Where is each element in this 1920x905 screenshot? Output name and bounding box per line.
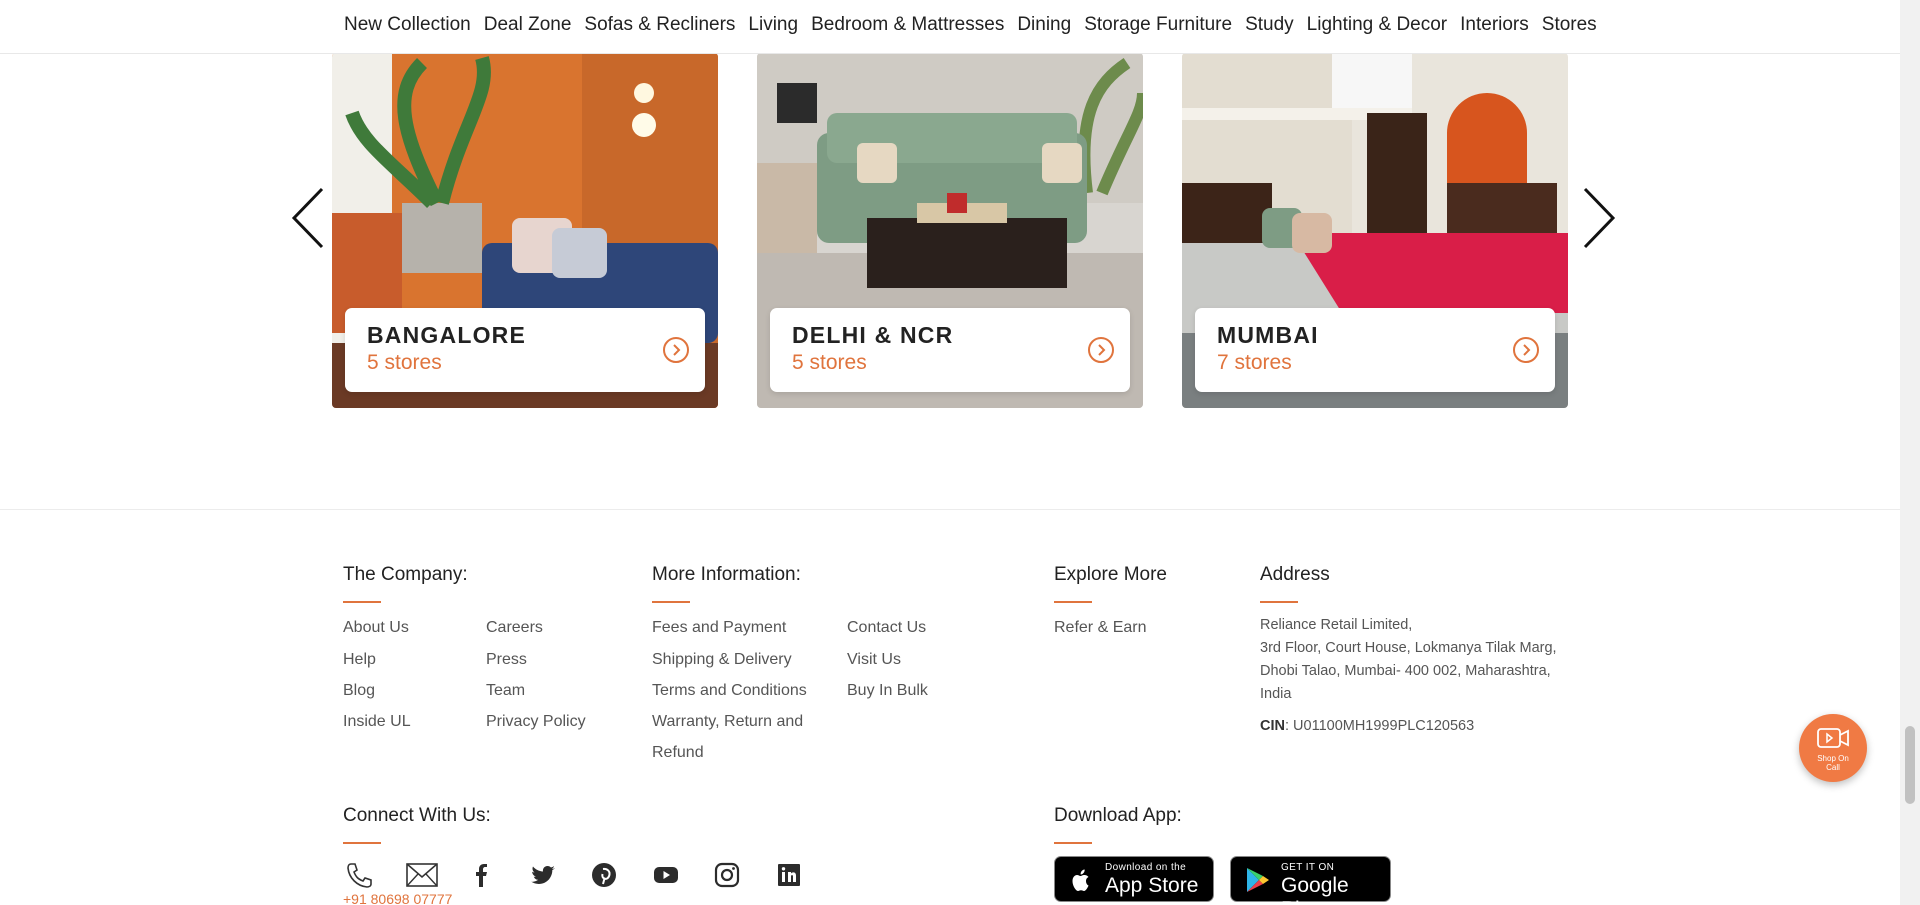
stores-carousel: BANGALORE 5 stores DELHI & NCR 5 stores …: [0, 53, 1900, 413]
chevron-left-icon: [291, 187, 324, 249]
nav-item-deal-zone[interactable]: Deal Zone: [484, 14, 572, 36]
nav-item-study[interactable]: Study: [1245, 14, 1294, 36]
address-line: India: [1260, 686, 1292, 702]
cin-value: : U01100MH1999PLC120563: [1284, 718, 1475, 734]
facebook-icon[interactable]: [464, 858, 498, 892]
twitter-icon[interactable]: [526, 858, 560, 892]
linkedin-icon[interactable]: [772, 858, 806, 892]
app-store-big-label: App Store: [1105, 874, 1199, 897]
address-heading: Address: [1260, 564, 1330, 585]
footer-link-inside-ul[interactable]: Inside UL: [343, 713, 411, 731]
address-line: Reliance Retail Limited,: [1260, 617, 1413, 633]
footer-link-team[interactable]: Team: [486, 682, 525, 700]
instagram-icon[interactable]: [710, 858, 744, 892]
footer-link-fees-payment[interactable]: Fees and Payment: [652, 619, 786, 637]
video-call-icon: [1817, 728, 1849, 748]
nav-item-new-collection[interactable]: New Collection: [344, 14, 471, 36]
chevron-right-icon: [1098, 344, 1106, 356]
city-name: DELHI & NCR: [792, 322, 954, 348]
google-play-icon: [1247, 868, 1269, 892]
page-scrollbar-thumb[interactable]: [1905, 726, 1915, 804]
footer-link-shipping-delivery[interactable]: Shipping & Delivery: [652, 651, 792, 669]
footer-link-about-us[interactable]: About Us: [343, 619, 409, 637]
nav-item-interiors[interactable]: Interiors: [1460, 14, 1529, 36]
connect-heading: Connect With Us:: [343, 805, 491, 826]
heading-underline: [1054, 842, 1092, 844]
cin-number: CIN: U01100MH1999PLC120563: [1260, 718, 1474, 734]
city-arrow-button[interactable]: [663, 337, 689, 363]
footer-link-visit-us[interactable]: Visit Us: [847, 651, 901, 669]
store-card-mumbai[interactable]: MUMBAI 7 stores: [1182, 53, 1568, 408]
nav-item-lighting-decor[interactable]: Lighting & Decor: [1307, 14, 1447, 36]
city-name: MUMBAI: [1217, 322, 1319, 348]
nav-item-storage-furniture[interactable]: Storage Furniture: [1084, 14, 1232, 36]
heading-underline: [1054, 601, 1092, 603]
city-arrow-button[interactable]: [1088, 337, 1114, 363]
shop-call-label-line2: Call: [1826, 763, 1840, 772]
download-heading: Download App:: [1054, 805, 1182, 826]
nav-item-dining[interactable]: Dining: [1017, 14, 1071, 36]
heading-underline: [343, 842, 381, 844]
heading-underline: [652, 601, 690, 603]
section-divider: [0, 509, 1900, 510]
youtube-icon[interactable]: [649, 858, 683, 892]
phone-icon[interactable]: [342, 858, 376, 892]
address-line: Dhobi Talao, Mumbai- 400 002, Maharashtr…: [1260, 663, 1551, 679]
address-block: Reliance Retail Limited, 3rd Floor, Cour…: [1260, 614, 1580, 706]
page: New Collection Deal Zone Sofas & Recliners…: [0, 0, 1900, 905]
footer-link-refer-earn[interactable]: Refer & Earn: [1054, 619, 1146, 637]
city-name: BANGALORE: [367, 322, 527, 348]
footer-link-press[interactable]: Press: [486, 651, 527, 669]
footer-link-contact-us[interactable]: Contact Us: [847, 619, 926, 637]
app-store-small-label: Download on the: [1105, 862, 1187, 873]
nav-item-living[interactable]: Living: [748, 14, 798, 36]
address-line: 3rd Floor, Court House, Lokmanya Tilak M…: [1260, 640, 1557, 656]
mail-icon[interactable]: [405, 858, 439, 892]
chevron-right-icon: [1523, 344, 1531, 356]
store-count: 5 stores: [367, 351, 442, 374]
explore-heading: Explore More: [1054, 564, 1167, 585]
nav-item-sofas-recliners[interactable]: Sofas & Recliners: [584, 14, 735, 36]
phone-number[interactable]: +91 80698 07777: [343, 891, 452, 905]
nav-item-stores[interactable]: Stores: [1542, 14, 1597, 36]
store-card-info: BANGALORE 5 stores: [345, 308, 705, 392]
footer-link-help[interactable]: Help: [343, 651, 376, 669]
footer-link-refund[interactable]: Refund: [652, 744, 704, 762]
shop-on-call-button[interactable]: Shop On Call: [1799, 714, 1867, 782]
store-card-delhi[interactable]: DELHI & NCR 5 stores: [757, 53, 1143, 408]
footer-link-terms[interactable]: Terms and Conditions: [652, 682, 807, 700]
store-card-info: MUMBAI 7 stores: [1195, 308, 1555, 392]
footer-link-buy-in-bulk[interactable]: Buy In Bulk: [847, 682, 928, 700]
app-store-button[interactable]: Download on the App Store: [1054, 856, 1214, 902]
chevron-right-icon: [673, 344, 681, 356]
company-heading: The Company:: [343, 564, 468, 585]
store-count: 5 stores: [792, 351, 867, 374]
footer-link-blog[interactable]: Blog: [343, 682, 375, 700]
cin-label: CIN: [1260, 718, 1285, 734]
google-play-big-label: Google Play: [1281, 874, 1349, 905]
footer-link-warranty[interactable]: Warranty, Return and: [652, 713, 803, 731]
apple-icon: [1072, 869, 1089, 891]
footer-link-privacy-policy[interactable]: Privacy Policy: [486, 713, 586, 731]
heading-underline: [1260, 601, 1298, 603]
more-info-heading: More Information:: [652, 564, 801, 585]
carousel-next-arrow[interactable]: [1577, 183, 1617, 253]
pinterest-icon[interactable]: [587, 858, 621, 892]
footer-link-careers[interactable]: Careers: [486, 619, 543, 637]
shop-call-label-line1: Shop On: [1817, 754, 1849, 763]
google-play-small-label: GET IT ON: [1281, 862, 1335, 873]
chevron-right-icon: [1583, 187, 1616, 249]
store-card-info: DELHI & NCR 5 stores: [770, 308, 1130, 392]
heading-underline: [343, 601, 381, 603]
city-arrow-button[interactable]: [1513, 337, 1539, 363]
nav-item-bedroom-mattresses[interactable]: Bedroom & Mattresses: [811, 14, 1004, 36]
category-nav-list: New Collection Deal Zone Sofas & Recliners…: [344, 14, 1597, 36]
carousel-prev-arrow[interactable]: [290, 183, 330, 253]
store-count: 7 stores: [1217, 351, 1292, 374]
store-card-bangalore[interactable]: BANGALORE 5 stores: [332, 53, 718, 408]
google-play-button[interactable]: GET IT ON Google Play: [1230, 856, 1391, 905]
shop-on-call-label: Shop On Call: [1799, 754, 1867, 772]
category-nav: New Collection Deal Zone Sofas & Recliners…: [0, 0, 1900, 54]
